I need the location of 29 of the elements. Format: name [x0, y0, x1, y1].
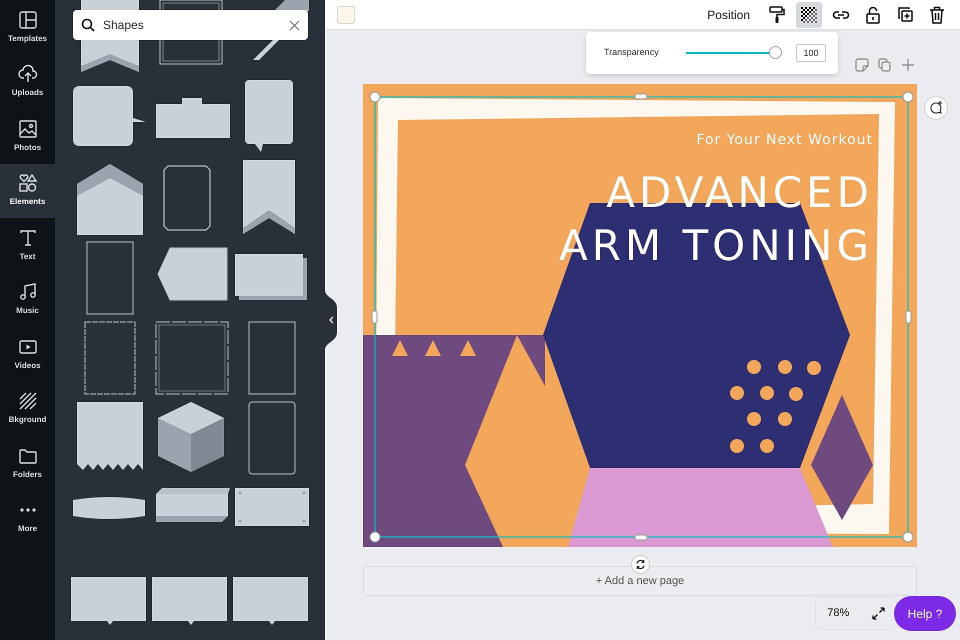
- position-button[interactable]: Position: [707, 6, 750, 24]
- note-icon[interactable]: [855, 58, 869, 72]
- text-icon: [18, 228, 38, 248]
- transparency-label: Transparency: [604, 46, 660, 60]
- collapse-handle[interactable]: [325, 290, 339, 350]
- shapes-icon: [18, 173, 38, 194]
- copy-icon[interactable]: [878, 58, 892, 72]
- upload-icon: [18, 64, 38, 84]
- zoom-level[interactable]: 78%: [827, 605, 850, 622]
- image-icon: [18, 118, 38, 139]
- transparency-button[interactable]: [796, 2, 822, 28]
- more-icon: [20, 508, 36, 512]
- search-field[interactable]: Shapes: [73, 10, 308, 40]
- search-icon: [81, 18, 95, 32]
- music-note-icon: [18, 282, 38, 302]
- comment-icon[interactable]: [924, 96, 948, 120]
- layout-icon: [18, 10, 38, 30]
- zoom-control[interactable]: 78%: [815, 597, 897, 630]
- close-icon[interactable]: [289, 20, 300, 30]
- add-icon[interactable]: [901, 58, 915, 72]
- sidebar-item[interactable]: Elements: [0, 164, 55, 218]
- expand-icon[interactable]: [872, 607, 885, 620]
- transparency-input[interactable]: 100: [796, 44, 826, 62]
- color-swatch[interactable]: [337, 6, 355, 24]
- checkerboard-icon: [801, 6, 817, 22]
- rotate-icon[interactable]: [631, 555, 650, 574]
- help-button[interactable]: Help ?: [894, 596, 956, 631]
- stripes-icon: [18, 391, 38, 412]
- add-page-button[interactable]: + Add a new page: [363, 566, 917, 596]
